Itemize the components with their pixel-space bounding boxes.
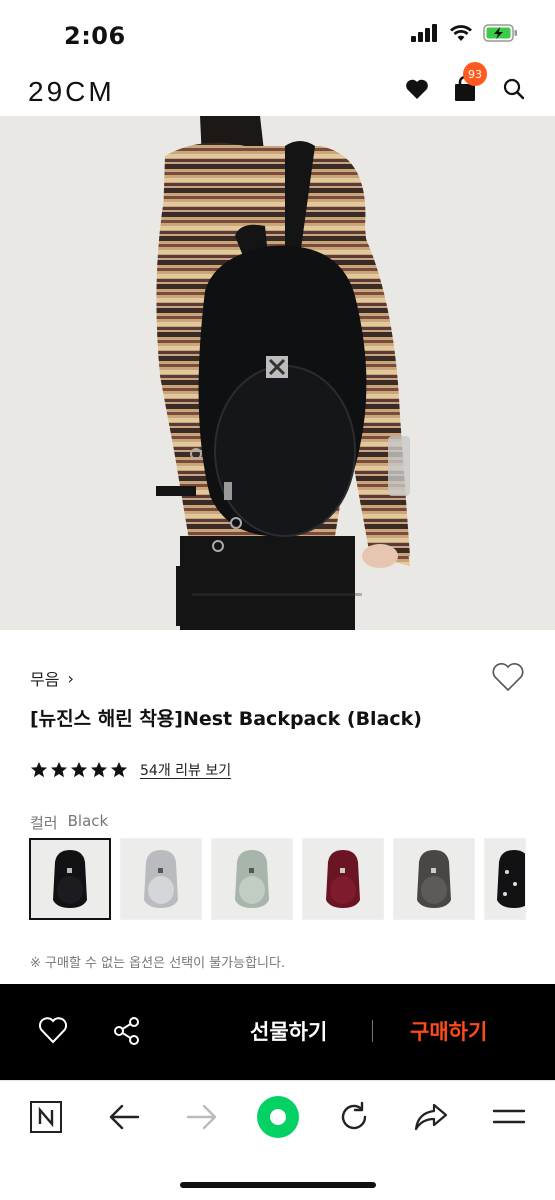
product-title: [뉴진스 해린 착용]Nest Backpack (Black) <box>30 708 422 730</box>
header-icons: 93 <box>405 62 525 102</box>
color-swatch-burgundy[interactable] <box>302 838 384 920</box>
cart-button[interactable]: 93 <box>453 62 487 102</box>
color-swatches <box>29 838 526 920</box>
backpack-thumbnail <box>417 850 451 908</box>
color-swatch-light-gray[interactable] <box>120 838 202 920</box>
heart-filled-icon[interactable] <box>405 78 429 100</box>
search-icon[interactable] <box>503 78 525 100</box>
naver-green-dot-icon[interactable] <box>256 1095 300 1139</box>
backpack-thumbnail <box>144 850 178 908</box>
star-icon <box>90 761 108 778</box>
image-carousel-indicator-active <box>220 593 248 596</box>
color-swatch-charcoal[interactable] <box>393 838 475 920</box>
cart-count-badge: 93 <box>463 62 487 86</box>
cellular-signal-icon <box>411 24 437 42</box>
color-swatch-black[interactable] <box>29 838 111 920</box>
brand-link[interactable]: 무음 › <box>30 666 74 690</box>
forward-arrow-icon[interactable] <box>186 1103 218 1131</box>
color-value: Black <box>67 812 109 830</box>
brand-name: 무음 <box>30 670 60 689</box>
product-photo-backpack <box>0 116 555 630</box>
option-notice: ※ 구매할 수 없는 옵션은 선택이 불가능합니다. <box>30 956 286 971</box>
backpack-thumbnail <box>235 850 269 908</box>
product-image[interactable] <box>0 116 555 630</box>
share-arrow-icon[interactable] <box>414 1103 448 1131</box>
app-logo[interactable]: 29CM <box>28 76 115 108</box>
heart-outline-icon[interactable] <box>38 1016 68 1044</box>
rating-stars <box>30 761 128 779</box>
wifi-icon <box>450 25 472 41</box>
gift-button[interactable]: 선물하기 <box>250 1016 327 1046</box>
action-divider <box>372 1020 373 1042</box>
review-link[interactable]: 54개 리뷰 보기 <box>140 760 231 780</box>
color-swatch-sage[interactable] <box>211 838 293 920</box>
status-icons <box>411 24 519 42</box>
image-carousel-indicator <box>192 593 362 596</box>
color-label: 컬러 <box>30 814 58 832</box>
back-arrow-icon[interactable] <box>108 1103 140 1131</box>
star-icon <box>50 761 68 778</box>
star-icon <box>30 761 48 778</box>
color-swatch-black-pattern[interactable] <box>484 838 526 920</box>
share-icon[interactable] <box>112 1016 142 1046</box>
browser-toolbar <box>0 1080 555 1200</box>
naver-home-icon[interactable] <box>30 1101 62 1133</box>
purchase-action-bar: 선물하기 구매하기 <box>0 984 555 1080</box>
star-icon <box>110 761 128 778</box>
wishlist-heart-icon[interactable] <box>491 662 525 692</box>
backpack-thumbnail <box>497 850 525 908</box>
rating-row: 54개 리뷰 보기 <box>30 760 231 780</box>
status-bar: 2:06 <box>0 0 555 64</box>
status-time: 2:06 <box>64 22 126 50</box>
menu-hamburger-icon[interactable] <box>492 1107 526 1127</box>
app-header: 29CM 93 <box>0 62 555 116</box>
star-icon <box>70 761 88 778</box>
backpack-thumbnail <box>326 850 360 908</box>
home-indicator <box>180 1182 376 1188</box>
buy-button[interactable]: 구매하기 <box>410 1016 487 1046</box>
refresh-icon[interactable] <box>338 1101 370 1133</box>
backpack-thumbnail <box>53 850 87 908</box>
color-option-label: 컬러 Black <box>30 812 108 833</box>
chevron-right-icon: › <box>67 668 74 688</box>
battery-charging-icon <box>483 24 517 42</box>
